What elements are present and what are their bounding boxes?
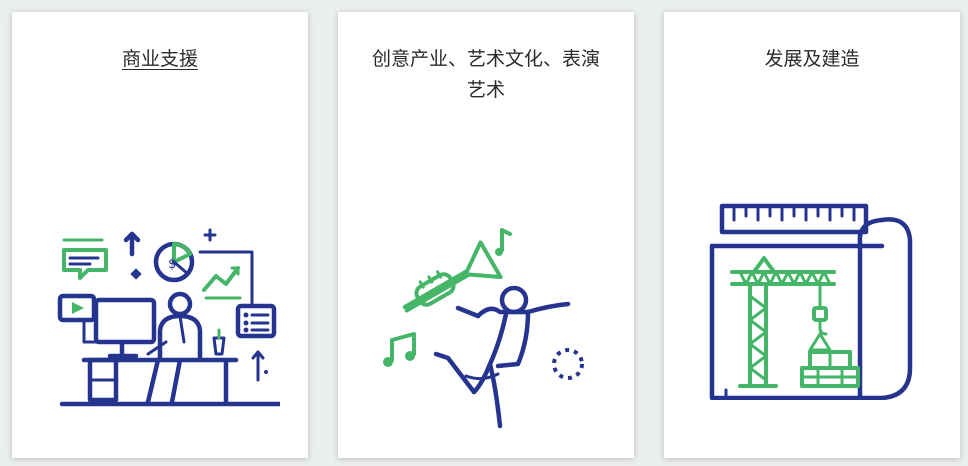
card-creative-arts[interactable]: 创意产业、艺术文化、表演艺术: [338, 12, 634, 458]
dancer-music-icon: [378, 212, 598, 442]
card-title-creative-arts: 创意产业、艺术文化、表演艺术: [371, 48, 600, 101]
svg-text:$: $: [168, 257, 176, 272]
business-desk-icon: $: [40, 212, 280, 412]
construction-blueprint-icon: [706, 200, 926, 400]
card-title-development-construction: 发展及建造: [764, 48, 860, 70]
card-business-support[interactable]: 商业支援 $: [12, 12, 308, 458]
card-title-business-support[interactable]: 商业支援: [38, 44, 282, 75]
card-development-construction[interactable]: 发展及建造: [664, 12, 960, 458]
